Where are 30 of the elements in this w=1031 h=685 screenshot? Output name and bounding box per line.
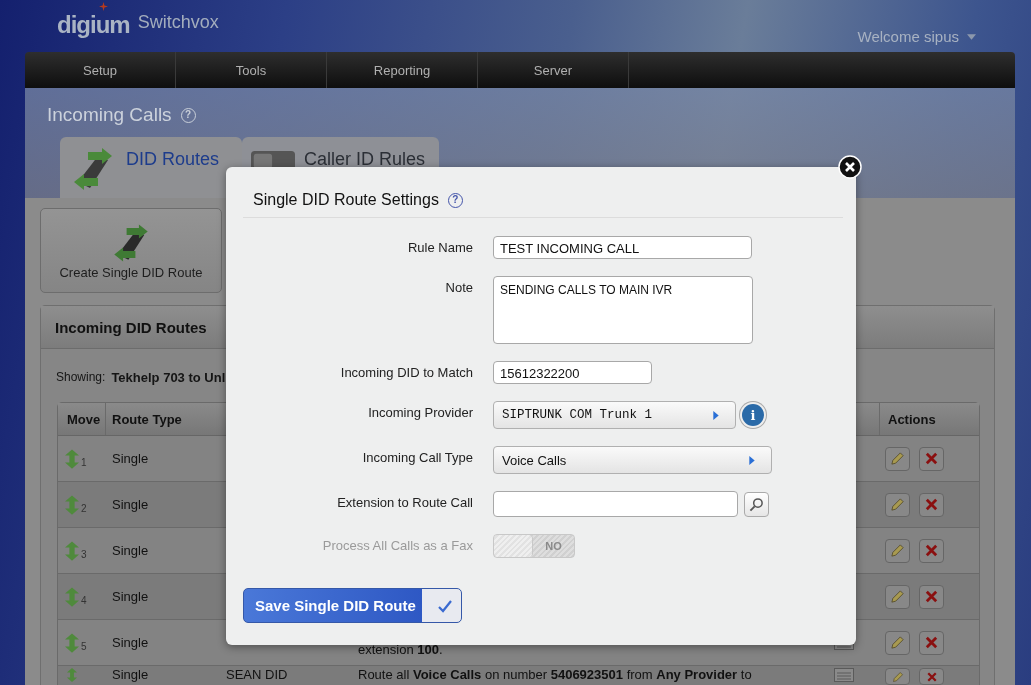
row-number: 5	[81, 641, 87, 652]
row-number: 1	[81, 457, 87, 468]
showing-label: Showing:	[56, 370, 106, 385]
dialog-title: Single DID Route Settings	[253, 191, 439, 209]
column-header: Actions	[879, 403, 979, 435]
table-cell: Single	[112, 451, 149, 466]
page-title: Incoming Calls	[47, 104, 172, 126]
row-number: 2	[81, 503, 87, 514]
table-cell: Single	[112, 497, 149, 512]
column-header: Move	[58, 403, 106, 435]
field-label: Process All Calls as a Fax	[321, 537, 473, 553]
field-label: Incoming Call Type	[361, 449, 473, 465]
column-header: Route Type	[111, 411, 183, 427]
table-cell: Single	[112, 635, 149, 650]
row-number: 3	[81, 549, 87, 560]
field-label: Incoming DID to Match	[339, 364, 473, 380]
panel-title: Incoming DID Routes	[55, 318, 207, 336]
table-cell: SEAN DID	[226, 667, 288, 682]
table-cell: extension 100.	[358, 642, 443, 657]
field-label: Note	[444, 279, 473, 295]
showing-value: Tekhelp 703 to Unl	[111, 370, 226, 385]
table-cell: Single	[112, 667, 149, 682]
table-cell: Single	[112, 543, 149, 558]
field-label: Rule Name	[406, 239, 473, 255]
field-label: Extension to Route Call	[336, 494, 473, 510]
row-number: 4	[81, 595, 87, 606]
field-label: Incoming Provider	[367, 404, 473, 420]
table-cell: Single	[112, 589, 149, 604]
product-name: Switchvox	[137, 12, 219, 33]
table-cell: Route all Voice Calls on number 5406923501 from Any Provider to	[358, 667, 752, 682]
